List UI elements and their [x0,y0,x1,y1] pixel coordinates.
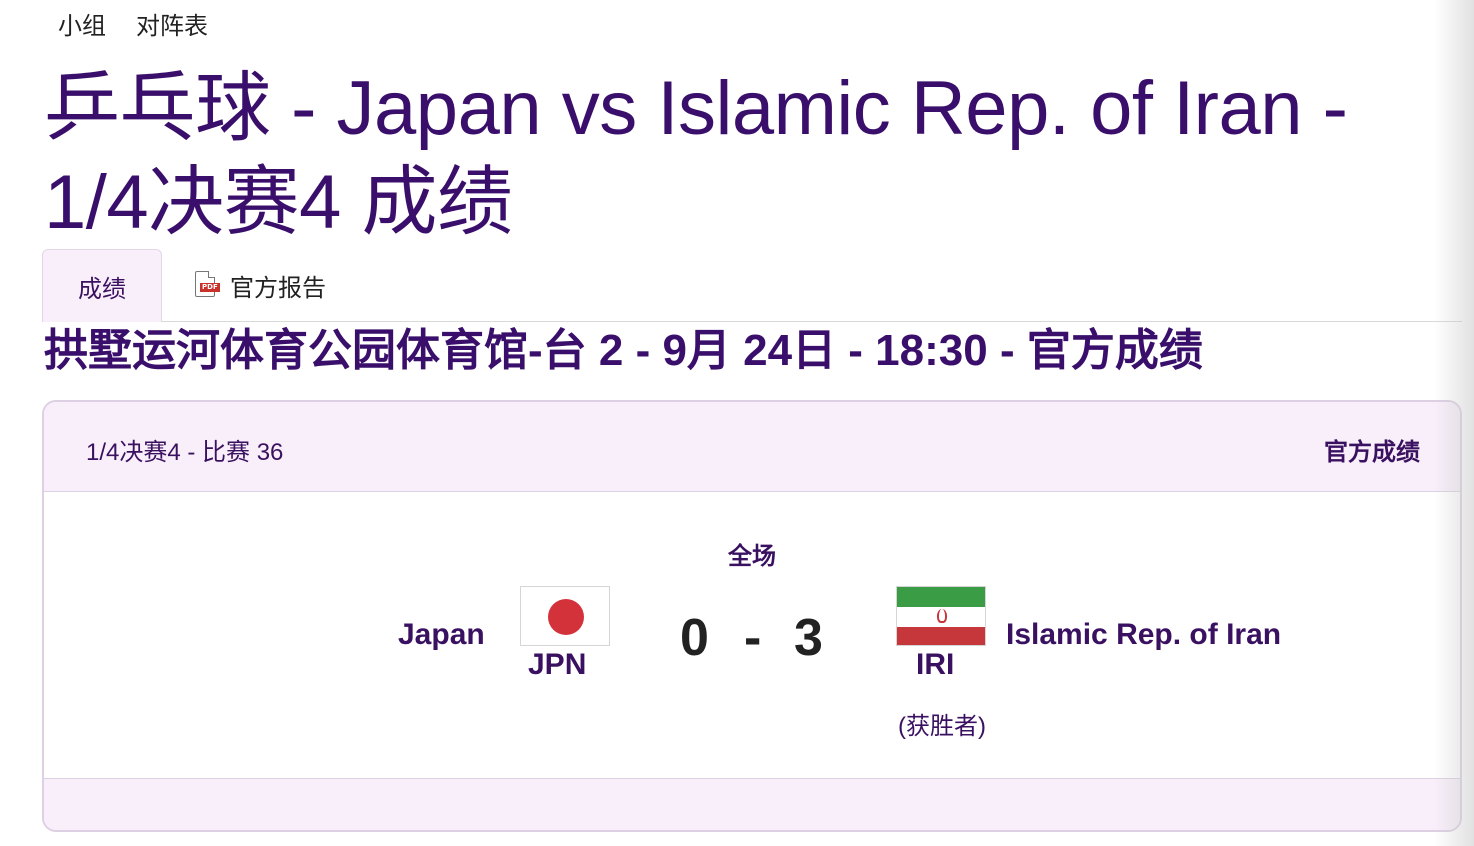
period-label: 全场 [728,543,776,570]
page-title: 乒乓球 - Japan vs Islamic Rep. of Iran - 1/… [44,66,1348,245]
japan-flag-icon [520,586,610,646]
tab-official-report[interactable]: PDF 官方报告 [192,249,326,322]
match-phase: 1/4决赛4 - 比赛 36 [86,439,284,466]
top-nav: 小组 对阵表 [58,6,208,41]
nav-groups-link[interactable]: 小组 [58,6,106,41]
away-score: 3 [794,609,823,667]
home-team-code: JPN [528,648,587,681]
away-team-name[interactable]: Islamic Rep. of Iran [1006,618,1281,652]
tab-results-label: 成绩 [78,275,126,303]
iran-flag-icon [896,586,986,646]
match-card-header: 1/4决赛4 - 比赛 36 官方成绩 [44,402,1460,492]
winner-label: (获胜者) [898,713,986,740]
tab-results[interactable]: 成绩 [42,249,162,322]
nav-bracket-link[interactable]: 对阵表 [136,6,208,41]
match-card-footer [44,778,1460,830]
score-separator: - [744,609,762,667]
away-team-code: IRI [916,648,955,681]
tab-bar: 成绩 PDF 官方报告 [42,249,1462,322]
tab-report-label: 官方报告 [230,275,326,302]
home-score: 0 [680,609,709,667]
match-card: 1/4决赛4 - 比赛 36 官方成绩 全场 Japan JPN 0 - 3 I… [42,400,1462,832]
match-status: 官方成绩 [1324,439,1420,466]
home-team-name[interactable]: Japan [398,618,485,652]
page: 小组 对阵表 乒乓球 - Japan vs Islamic Rep. of Ir… [0,0,1474,846]
pdf-icon: PDF [192,270,220,301]
venue-date-heading: 拱墅运河体育公园体育馆-台 2 - 9月 24日 - 18:30 - 官方成绩 [44,326,1203,375]
